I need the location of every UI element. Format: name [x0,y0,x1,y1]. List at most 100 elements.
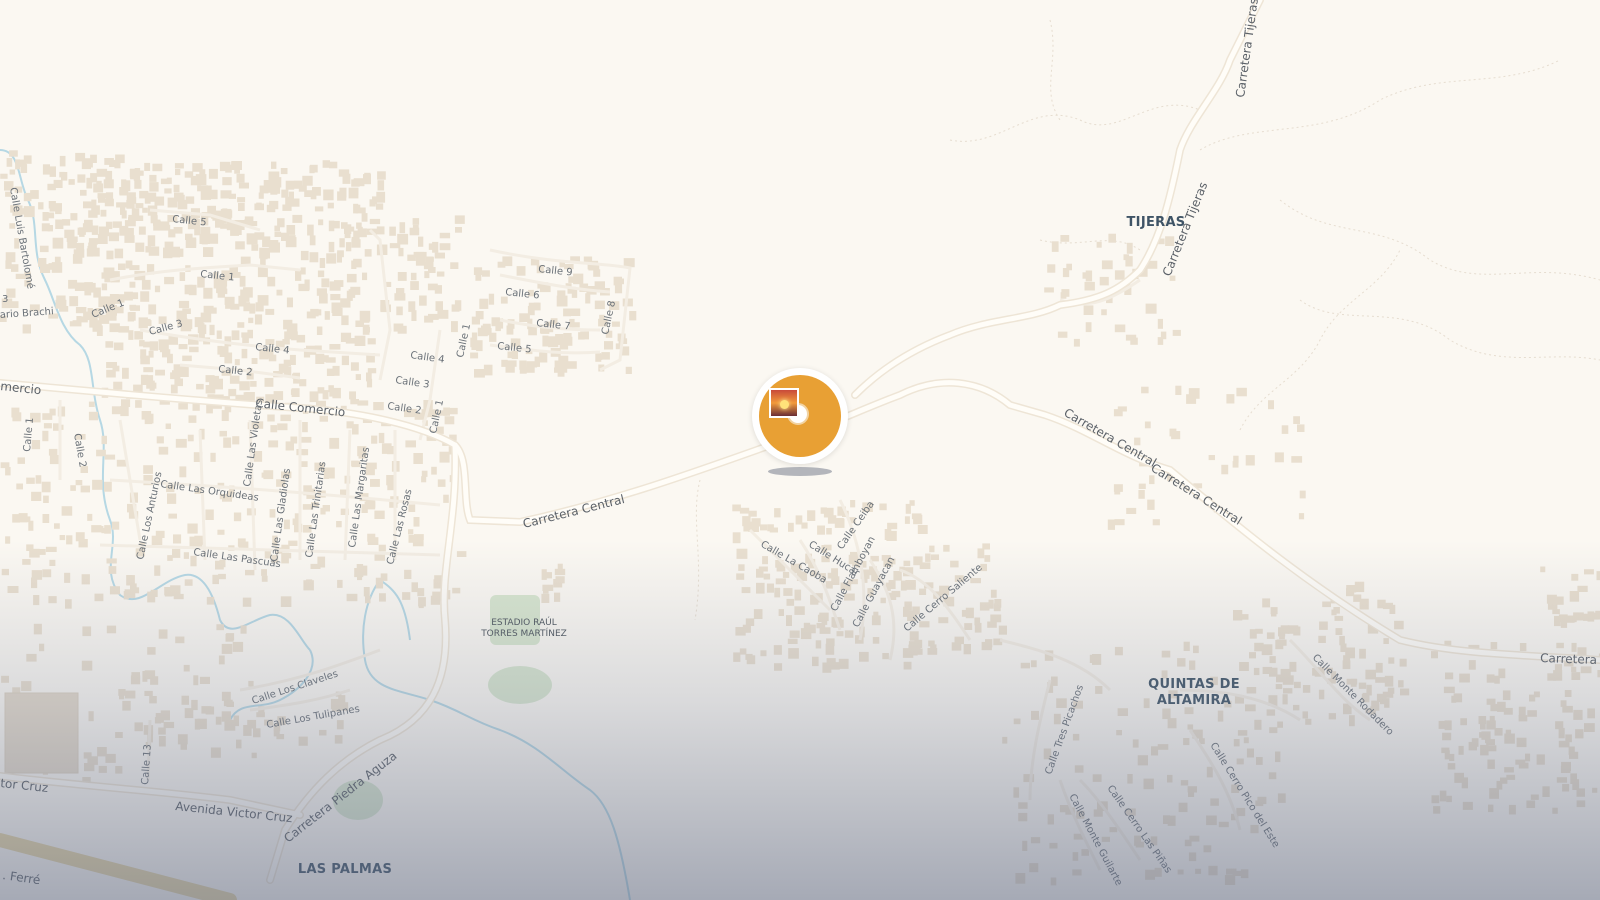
building [38,202,44,210]
building [1180,780,1189,786]
building [182,355,192,362]
building [930,554,939,560]
building [270,425,278,433]
building [613,276,622,286]
building [374,510,385,519]
building [264,377,274,387]
building [104,158,114,165]
photo-location-marker[interactable] [752,368,848,478]
building [218,573,226,580]
building [1271,609,1277,617]
building [491,317,500,327]
building [281,232,289,241]
building [280,168,288,175]
building [106,250,114,260]
building [315,353,325,364]
building [219,430,227,437]
building [783,588,793,596]
building [903,661,912,670]
building [81,574,90,585]
building [507,360,517,367]
building [1177,658,1186,667]
building [134,722,143,732]
building [389,226,396,236]
building [147,591,156,603]
building [115,766,123,774]
building [59,535,66,541]
building [282,339,290,345]
building [452,587,461,594]
building [214,378,223,390]
building [990,614,1002,623]
building [200,190,211,200]
building [154,565,161,576]
map-view[interactable]: Calle Comercio Carretera Central Carrete… [0,0,1600,900]
building [439,232,451,239]
building [738,564,745,571]
building [984,555,991,562]
building [150,215,158,224]
building [126,195,133,206]
building [319,729,327,736]
building [208,168,218,179]
building [439,243,451,251]
building [795,515,803,525]
building [1468,741,1477,751]
building [1206,815,1217,826]
building [281,552,289,564]
building [126,575,133,586]
building [1060,235,1070,242]
building [270,186,278,195]
building [336,521,342,528]
building [39,643,45,652]
building [563,333,572,341]
building [356,222,362,229]
building [930,644,937,655]
building [548,336,559,348]
building [1293,704,1300,711]
building [974,617,981,626]
building [1489,788,1499,799]
building [221,643,233,654]
building [26,477,35,484]
building [1053,713,1061,725]
building [80,485,90,493]
building [443,494,449,503]
building [187,434,194,442]
building [242,597,252,607]
building [1400,688,1410,696]
building [7,586,19,593]
building [1289,661,1297,672]
building [35,475,42,484]
building [42,164,50,175]
building [69,321,77,327]
building [235,241,245,250]
building [48,263,54,270]
building [6,158,13,167]
building [1132,739,1139,748]
building [1274,452,1284,463]
building [11,264,19,272]
building [189,536,196,547]
building [838,658,849,669]
building [604,341,614,350]
building [1346,588,1355,597]
building [1188,388,1200,399]
building [428,313,439,320]
building [165,423,171,429]
sunset-photo-icon[interactable] [769,388,799,418]
building [140,355,150,365]
building [794,589,802,601]
building [1157,318,1163,329]
building [1443,686,1455,694]
building [919,562,931,569]
building [337,250,344,258]
building [187,523,198,534]
building [270,177,282,188]
landmark-estadio[interactable]: ESTADIO RAÚL TORRES MARTÍNEZ [480,616,567,639]
building [455,227,462,233]
building [451,321,458,333]
building [1240,869,1249,879]
building [1571,666,1577,672]
building [1533,691,1540,698]
